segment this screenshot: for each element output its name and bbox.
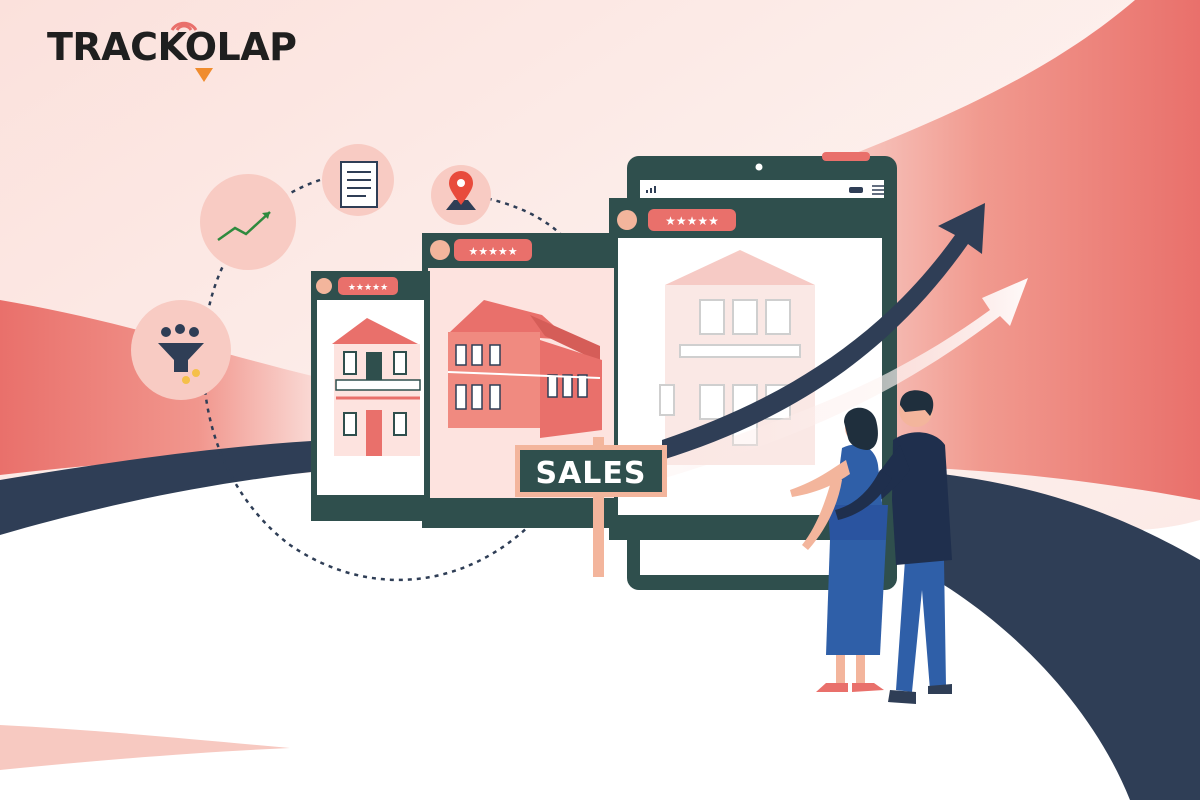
- svg-text:★★★★★: ★★★★★: [348, 283, 388, 293]
- sales-growth-illustration: ★★★★★ ★★★★★ ★★★★★ SALES: [0, 0, 1200, 800]
- logo-text: TRACKOLAP: [47, 25, 297, 69]
- listing-card-small: ★★★★★: [311, 271, 430, 521]
- sales-funnel-icon: [131, 300, 231, 400]
- svg-text:★★★★★: ★★★★★: [665, 214, 719, 228]
- document-icon: [322, 144, 394, 216]
- svg-text:★★★★★: ★★★★★: [468, 245, 517, 258]
- illustration: ★★★★★ ★★★★★ ★★★★★ SALES TRACKOLAP: [0, 0, 1200, 800]
- logo-pin-icon: [195, 68, 213, 82]
- growth-chart-icon: [200, 174, 296, 270]
- signal-waves-icon: [170, 21, 198, 31]
- sales-sign-label: SALES: [535, 456, 646, 491]
- location-pin-icon: [431, 165, 491, 225]
